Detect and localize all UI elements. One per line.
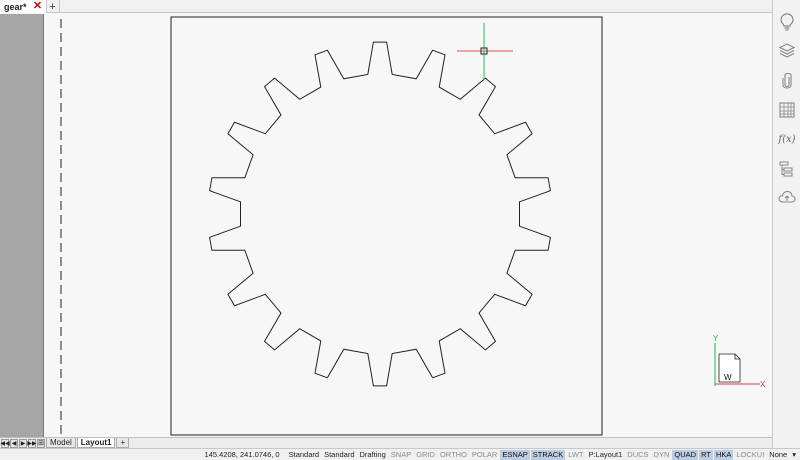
toggle-esnap[interactable]: ESNAP <box>500 449 530 460</box>
ucs-y-label: Y <box>713 334 719 343</box>
layers-icon[interactable] <box>778 41 796 59</box>
add-layout-button[interactable]: + <box>116 438 130 448</box>
workspace-selector[interactable]: Drafting <box>358 450 388 460</box>
cad-app: gear* ✕ + Y X W f(x) ◀◀ ◀ ▶ ▶▶ ⊞ Model L… <box>0 0 800 460</box>
current-layout-label[interactable]: P:Layout1 <box>587 450 625 460</box>
ucs-x-label: X <box>760 380 766 389</box>
gear-outline[interactable] <box>209 41 551 387</box>
close-icon[interactable]: ✕ <box>33 1 43 12</box>
prev-layout-button[interactable]: ◀ <box>10 438 18 448</box>
crosshair-cursor <box>457 23 513 80</box>
toggle-dyn[interactable]: DYN <box>652 450 672 460</box>
toggle-rt[interactable]: RT <box>699 449 713 460</box>
toggle-lockui[interactable]: LOCKUI <box>734 450 766 460</box>
function-icon[interactable]: f(x) <box>778 130 796 148</box>
paperclip-icon[interactable] <box>778 72 796 90</box>
ucs-w-label: W <box>724 373 732 382</box>
text-style-selector[interactable]: Standard <box>287 450 321 460</box>
drawing-svg[interactable]: Y X W <box>0 14 772 437</box>
drawing-canvas[interactable]: Y X W <box>0 14 772 437</box>
cloud-upload-icon[interactable] <box>778 188 796 206</box>
coordinate-readout: 145.4208, 241.0746, 0 <box>204 449 280 459</box>
status-menu-arrow[interactable]: ▾ <box>790 450 798 460</box>
lightbulb-icon[interactable] <box>778 13 796 31</box>
toggle-strack[interactable]: STRACK <box>530 449 566 460</box>
toggle-ducs[interactable]: DUCS <box>625 450 650 460</box>
status-bar: 145.4208, 241.0746, 0 Standard Standard … <box>0 448 800 460</box>
layout-tab-bar: ◀◀ ◀ ▶ ▶▶ ⊞ Model Layout1 + <box>0 437 772 448</box>
layout-viewport[interactable] <box>170 16 603 436</box>
toggle-polar[interactable]: POLAR <box>470 450 499 460</box>
tab-layout1[interactable]: Layout1 <box>76 438 116 448</box>
toggle-quad[interactable]: QUAD <box>672 449 699 460</box>
document-tab-bar: gear* ✕ + <box>0 0 800 13</box>
document-tab-gear[interactable]: gear* ✕ <box>0 0 47 13</box>
tab-model[interactable]: Model <box>46 438 76 448</box>
hatch-icon[interactable] <box>778 101 796 119</box>
annotation-scale-selector[interactable]: None <box>767 450 789 460</box>
hierarchy-icon[interactable] <box>778 160 796 178</box>
toggle-grid[interactable]: GRID <box>414 450 437 460</box>
document-tab-label: gear* <box>4 1 27 12</box>
toggle-lwt[interactable]: LWT <box>566 450 585 460</box>
dim-style-selector[interactable]: Standard <box>322 450 356 460</box>
new-tab-button[interactable]: + <box>47 0 60 13</box>
ucs-icon: Y X W <box>713 334 766 389</box>
layout-list-button[interactable]: ⊞ <box>37 438 45 448</box>
toggle-ortho[interactable]: ORTHO <box>438 450 469 460</box>
toggle-snap[interactable]: SNAP <box>389 450 413 460</box>
right-tool-panel: f(x) <box>772 0 800 460</box>
last-layout-button[interactable]: ▶▶ <box>27 438 37 448</box>
toggle-hka[interactable]: HKA <box>713 449 734 460</box>
first-layout-button[interactable]: ◀◀ <box>0 438 10 448</box>
next-layout-button[interactable]: ▶ <box>19 438 27 448</box>
